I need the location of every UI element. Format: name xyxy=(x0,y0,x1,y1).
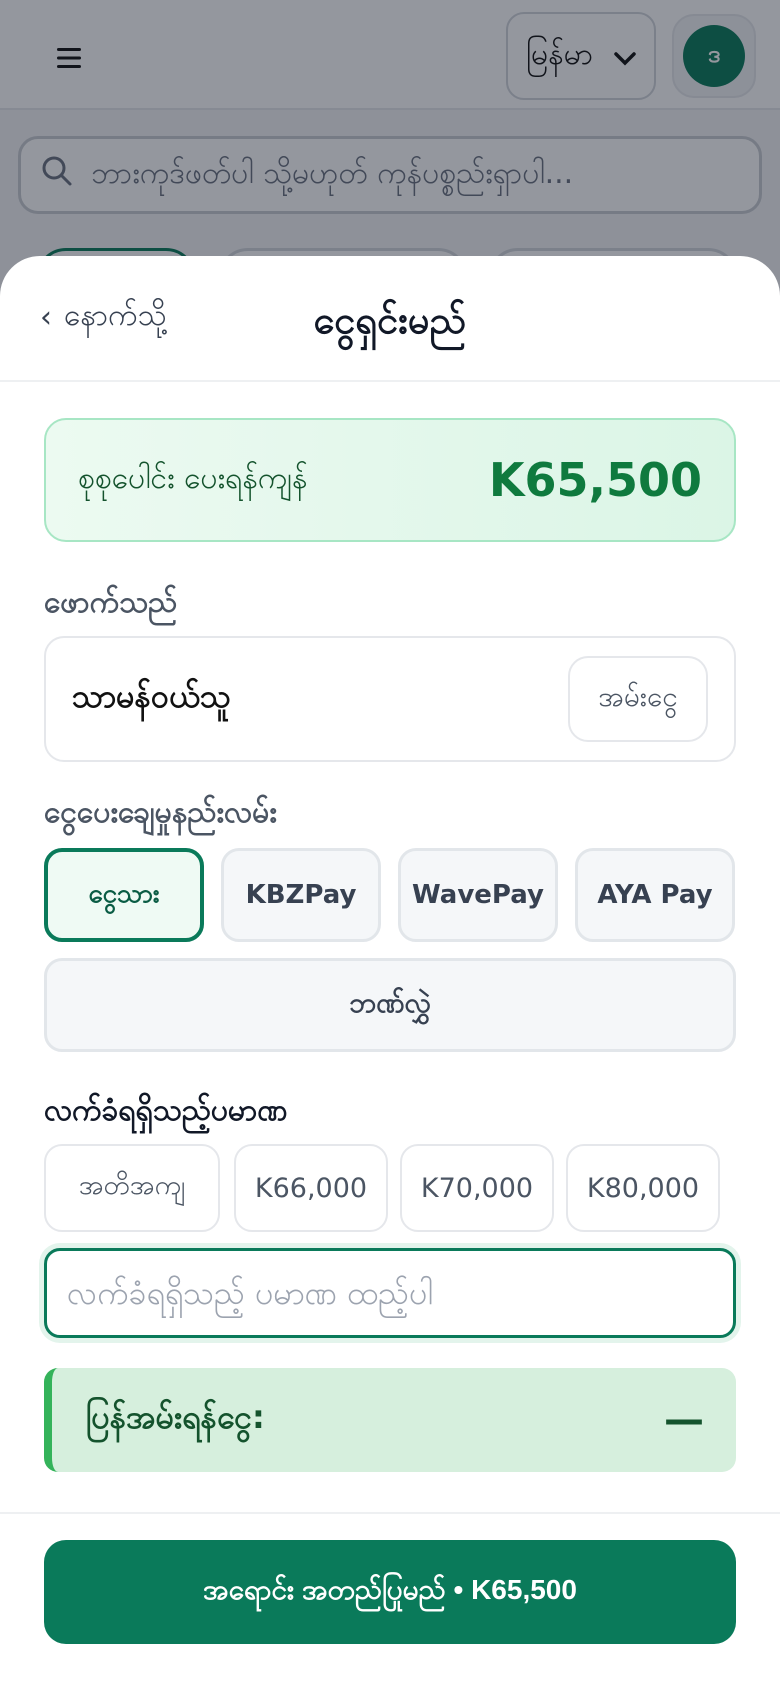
confirm-sale-button[interactable]: အရောင်း အတည်ပြုမည် • K65,500 xyxy=(44,1540,736,1644)
sheet-header: ‹ နောက်သို့ ငွေရှင်းမည် xyxy=(0,256,780,382)
payment-method-bank-transfer[interactable]: ဘဏ်လွှဲ xyxy=(44,958,736,1052)
change-due-label: ပြန်အမ်းရန်ငွေ: xyxy=(86,1398,265,1436)
total-due-card: စုစုပေါင်း ပေးရန်ကျန် K65,500 xyxy=(44,418,736,542)
customer-action-button[interactable]: အမ်းငွေ xyxy=(568,656,708,742)
received-amount-input[interactable] xyxy=(44,1248,736,1338)
customer-section-label: ဖောက်သည် xyxy=(44,585,178,620)
quick-amount-66000[interactable]: K66,000 xyxy=(234,1144,388,1232)
received-amount-section-label: လက်ခံရရှိသည့်ပမာဏ xyxy=(44,1093,288,1128)
checkout-sheet: ‹ နောက်သို့ ငွေရှင်းမည် စုစုပေါင်း ပေးရန… xyxy=(0,256,780,1688)
payment-method-wavepay[interactable]: WavePay xyxy=(398,848,558,942)
change-due-box: ပြန်အမ်းရန်ငွေ: — xyxy=(44,1368,736,1472)
quick-amount-70000[interactable]: K70,000 xyxy=(400,1144,554,1232)
payment-method-ayapay[interactable]: AYA Pay xyxy=(575,848,735,942)
total-due-label: စုစုပေါင်း ပေးရန်ကျန် xyxy=(78,460,308,496)
payment-method-kbzpay[interactable]: KBZPay xyxy=(221,848,381,942)
quick-amount-80000[interactable]: K80,000 xyxy=(566,1144,720,1232)
payment-method-section-label: ငွေပေးချေမှုနည်းလမ်း xyxy=(44,795,277,830)
footer-divider xyxy=(0,1512,780,1514)
quick-amount-exact[interactable]: အတိအကျ xyxy=(44,1144,220,1232)
customer-selector[interactable]: သာမန်ဝယ်သူ အမ်းငွေ xyxy=(44,636,736,762)
sheet-title: ငွေရှင်းမည် xyxy=(313,298,467,342)
payment-method-cash[interactable]: ငွေသား xyxy=(44,848,204,942)
customer-name: သာမန်ဝယ်သူ xyxy=(72,677,231,715)
total-due-value: K65,500 xyxy=(488,453,702,507)
change-due-value: — xyxy=(664,1397,704,1443)
